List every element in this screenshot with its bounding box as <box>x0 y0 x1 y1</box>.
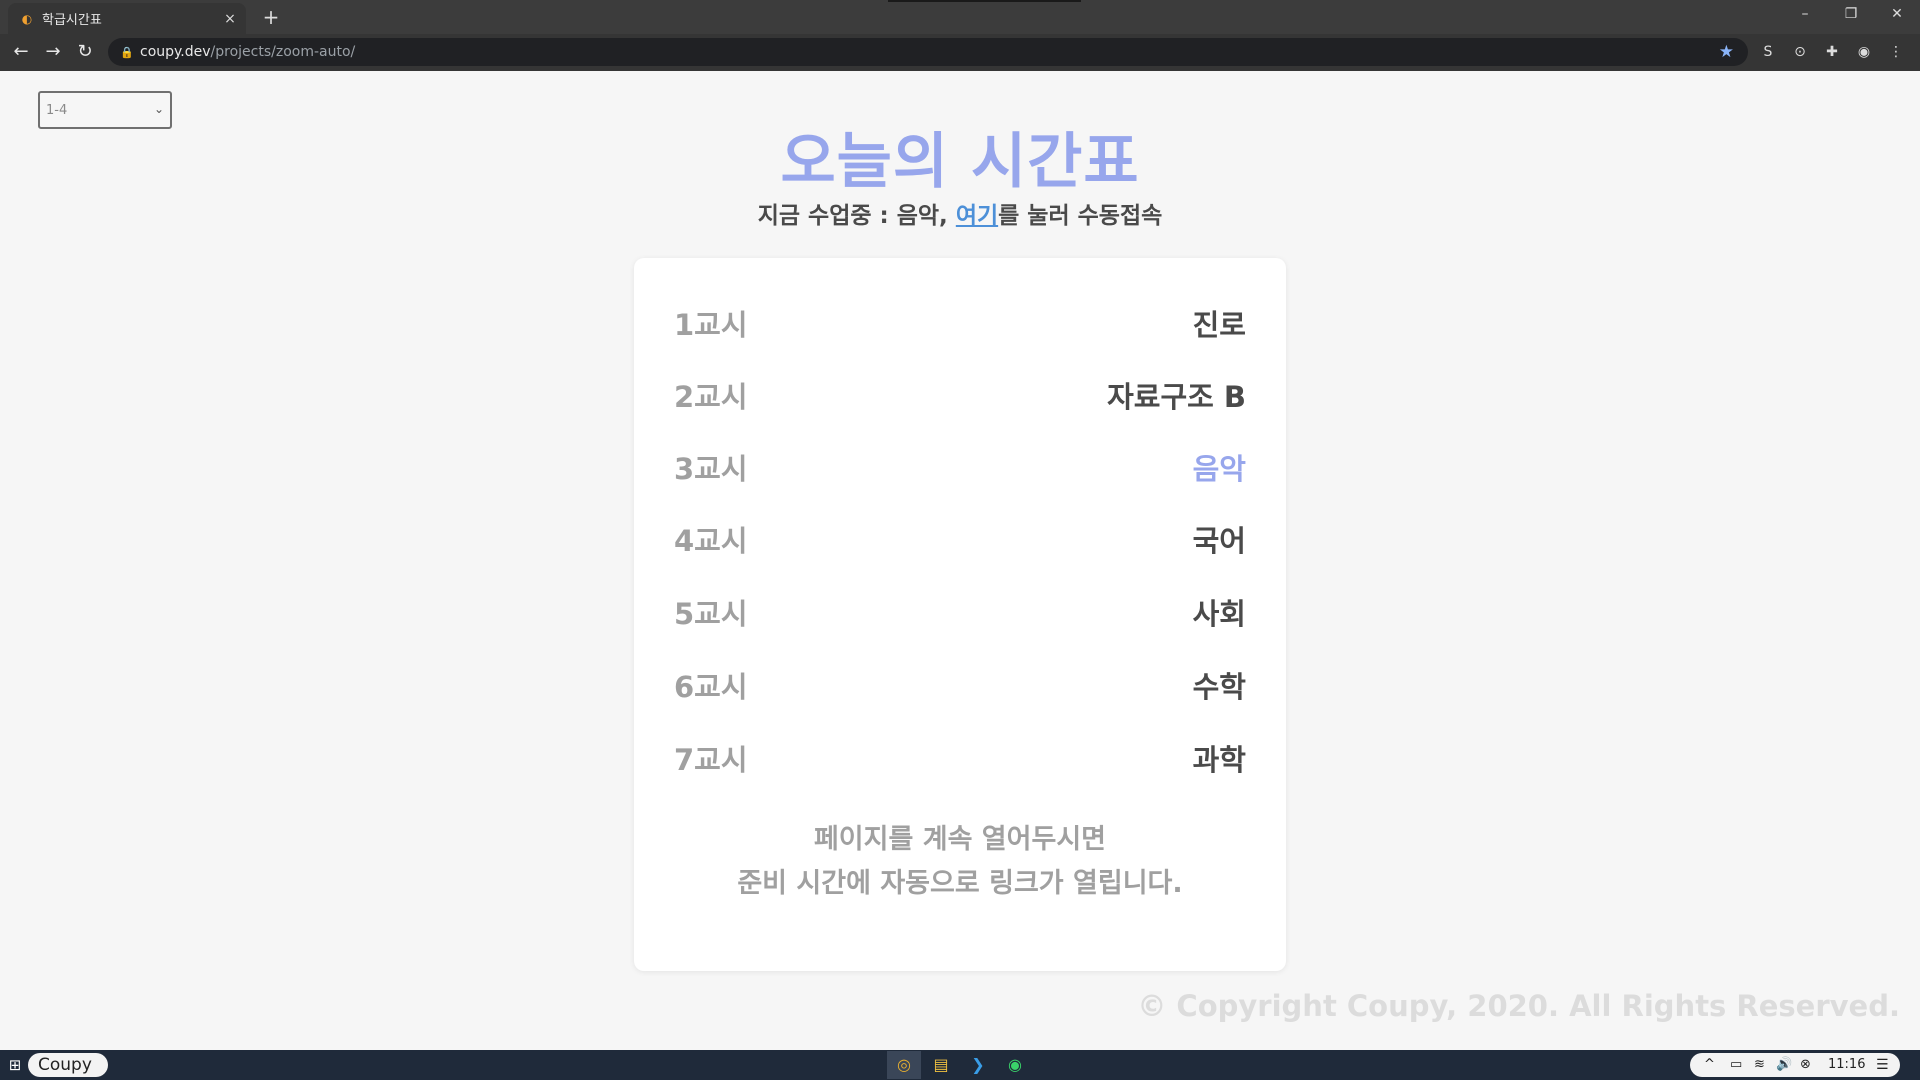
url-host: coupy.dev <box>140 44 211 60</box>
schedule-row: 6교시 수학 <box>674 658 1246 708</box>
period-label: 1교시 <box>674 308 748 342</box>
forward-button[interactable]: → <box>40 39 66 65</box>
notifications-icon[interactable]: ☰ <box>1876 1053 1889 1077</box>
period-label: 4교시 <box>674 524 748 558</box>
close-window-button[interactable]: ✕ <box>1874 0 1920 30</box>
minimize-button[interactable]: – <box>1782 0 1828 30</box>
schedule-row: 1교시 진로 <box>674 296 1246 346</box>
page-title: 오늘의 시간표 <box>780 127 1140 197</box>
restore-button[interactable]: ❐ <box>1828 0 1874 30</box>
tray-chevron-up-icon[interactable]: ^ <box>1704 1053 1715 1077</box>
wifi-icon[interactable]: ≋ <box>1754 1053 1765 1077</box>
period-label: 2교시 <box>674 380 748 414</box>
battery-icon[interactable]: ▭ <box>1730 1053 1742 1077</box>
start-button[interactable]: ⊞ <box>0 1050 30 1080</box>
schedule-row: 5교시 사회 <box>674 585 1246 635</box>
schedule-row: 2교시 자료구조 B <box>674 368 1246 418</box>
new-tab-button[interactable]: + <box>258 4 284 30</box>
page-content: 1-4 ⌄ 오늘의 시간표 지금 수업중 : 음악, 여기를 눌러 수동접속 1… <box>0 71 1920 1050</box>
subtitle-suffix: 를 눌러 수동접속 <box>998 203 1163 229</box>
subject-label: 과학 <box>1192 743 1246 777</box>
extensions-puzzle-icon[interactable]: ✚ <box>1822 42 1842 62</box>
bookmark-star-icon[interactable]: ★ <box>1719 42 1734 62</box>
browser-toolbar: ← → ↻ 🔒 coupy.dev /projects/zoom-auto/ ★… <box>0 34 1920 71</box>
extension-s-icon[interactable]: S <box>1758 42 1778 62</box>
copyright-text: © Copyright Coupy, 2020. All Rights Rese… <box>1137 989 1900 1023</box>
tab-close-icon[interactable]: × <box>220 11 240 27</box>
tray-x-icon[interactable]: ⊗ <box>1800 1053 1811 1077</box>
subject-label: 진로 <box>1192 308 1246 342</box>
clock[interactable]: 11:16 <box>1828 1053 1865 1077</box>
vscode-icon[interactable]: ❯ <box>961 1051 995 1079</box>
browser-titlebar: ◐ 학급시간표 × + – ❐ ✕ <box>0 0 1920 34</box>
volume-icon[interactable]: 🔊 <box>1776 1053 1792 1077</box>
browser-tab[interactable]: ◐ 학급시간표 × <box>8 3 246 34</box>
address-bar[interactable]: 🔒 coupy.dev /projects/zoom-auto/ ★ <box>108 38 1748 66</box>
schedule-row-current: 3교시 음악 <box>674 440 1246 490</box>
period-label: 5교시 <box>674 597 748 631</box>
schedule-row: 7교시 과학 <box>674 731 1246 781</box>
timetable-card: 1교시 진로 2교시 자료구조 B 3교시 음악 4교시 국어 5교시 사회 6… <box>634 258 1286 971</box>
reload-button[interactable]: ↻ <box>72 39 98 65</box>
period-label: 3교시 <box>674 452 748 486</box>
coupy-favicon-icon: ◐ <box>21 11 33 26</box>
schedule-row: 4교시 국어 <box>674 512 1246 562</box>
notice-line-2: 준비 시간에 자동으로 링크가 열립니다. <box>737 868 1183 899</box>
subject-label: 국어 <box>1192 524 1246 558</box>
system-tray: ^ ▭ ≋ 🔊 ⊗ 11:16 <box>1690 1053 1900 1077</box>
subject-label: 자료구조 B <box>1107 380 1246 414</box>
subject-label: 수학 <box>1192 670 1246 704</box>
url-path: /projects/zoom-auto/ <box>210 44 356 60</box>
profile-avatar-icon[interactable]: ◉ <box>1854 42 1874 62</box>
auto-open-notice: 페이지를 계속 열어두시면 준비 시간에 자동으로 링크가 열립니다. <box>634 818 1286 906</box>
taskbar-search[interactable]: Coupy <box>28 1053 108 1077</box>
subject-label-current: 음악 <box>1192 452 1246 486</box>
tab-title: 학급시간표 <box>42 13 102 28</box>
lock-icon: 🔒 <box>120 45 134 59</box>
manual-join-link[interactable]: 여기 <box>956 203 998 229</box>
windows-taskbar: ⊞ Coupy ◎ ▤ ❯ ◉ ^ ▭ ≋ 🔊 ⊗ 11:16 ☰ <box>0 1050 1920 1080</box>
chrome-icon[interactable]: ◎ <box>887 1051 921 1079</box>
folder-icon[interactable]: ▤ <box>924 1051 958 1079</box>
notice-line-1: 페이지를 계속 열어두시면 <box>813 824 1107 855</box>
current-class-subtitle: 지금 수업중 : 음악, 여기를 눌러 수동접속 <box>0 196 1920 230</box>
extension-circle-icon[interactable]: ⊙ <box>1790 42 1810 62</box>
title-stripe <box>888 0 1081 2</box>
subject-label: 사회 <box>1192 597 1246 631</box>
subtitle-prefix: 지금 수업중 : 음악, <box>757 203 956 229</box>
back-button[interactable]: ← <box>8 39 34 65</box>
period-label: 6교시 <box>674 670 748 704</box>
green-app-icon[interactable]: ◉ <box>998 1051 1032 1079</box>
browser-menu-icon[interactable]: ⋮ <box>1886 42 1906 62</box>
period-label: 7교시 <box>674 743 748 777</box>
